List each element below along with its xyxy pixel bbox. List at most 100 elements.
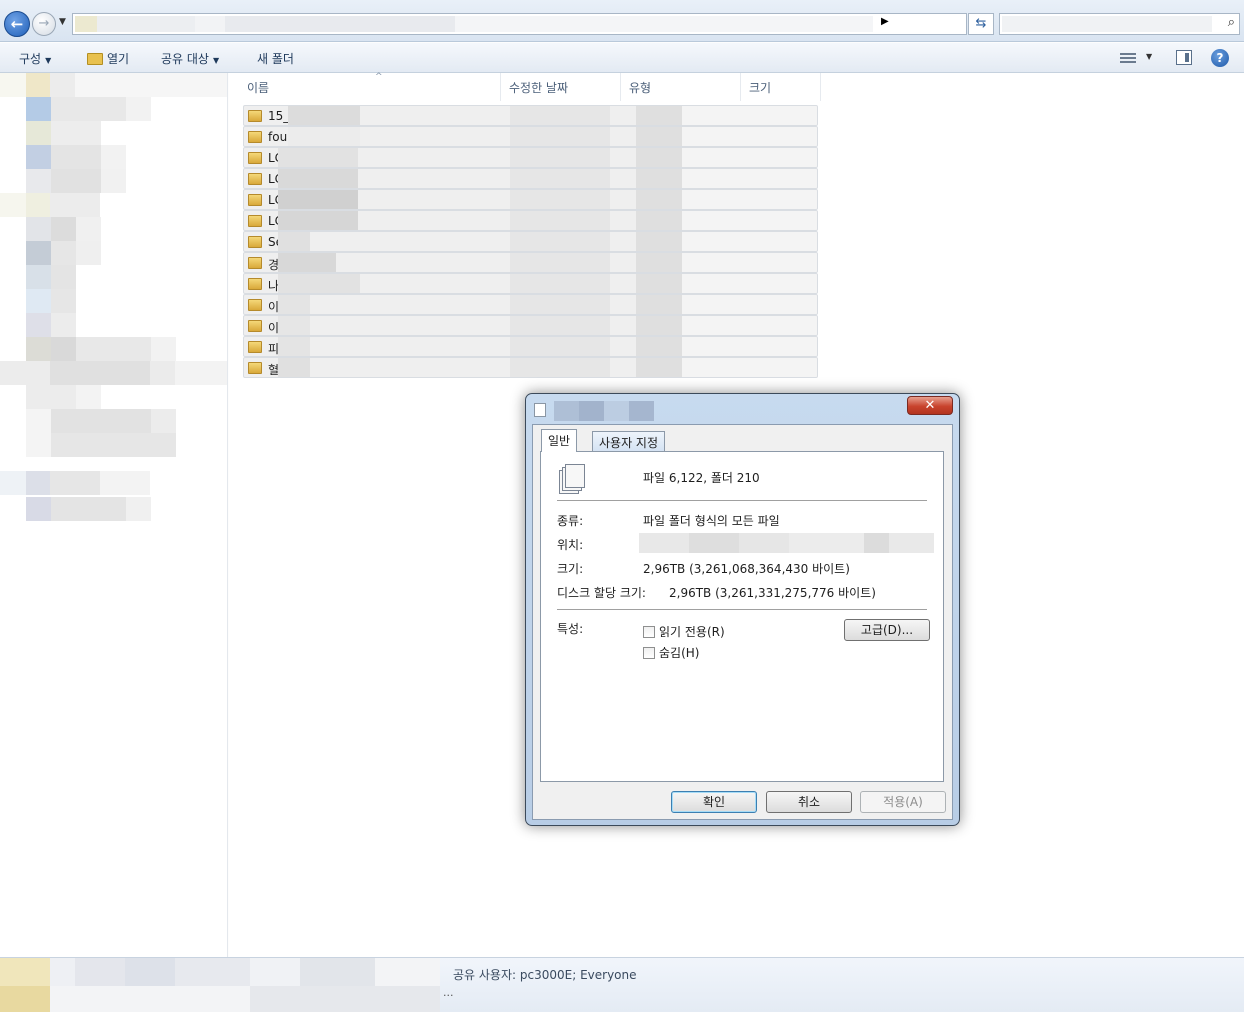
checkbox-box[interactable] [643, 647, 655, 659]
list-item[interactable]: Se [243, 231, 818, 252]
folder-icon [248, 257, 262, 269]
nav-item-obscured[interactable] [26, 121, 101, 145]
folder-open-icon [87, 53, 103, 65]
organize-button[interactable]: 구성 ▼ [19, 50, 51, 67]
close-button[interactable]: ✕ [907, 396, 953, 415]
nav-item-obscured[interactable] [26, 313, 76, 337]
nav-item-obscured[interactable] [26, 265, 76, 289]
multiple-files-icon [559, 464, 589, 494]
checkbox-box[interactable] [643, 626, 655, 638]
share-with-button[interactable]: 공유 대상 ▼ [161, 50, 219, 67]
new-folder-label: 새 폴더 [257, 52, 294, 66]
properties-dialog: ✕ 일반 사용자 지정 파일 6,122, 폴더 210 종류: 파일 폴더 형… [525, 393, 960, 826]
nav-item-obscured[interactable] [26, 433, 176, 457]
share-with-label: 공유 대상 [161, 52, 209, 66]
folder-icon [248, 215, 262, 227]
nav-item-obscured[interactable] [26, 217, 101, 241]
folder-icon [248, 341, 262, 353]
folder-icon [248, 173, 262, 185]
divider [557, 609, 927, 610]
selection-details-obscured [0, 986, 440, 1012]
change-view-icon[interactable] [1120, 51, 1136, 65]
general-tab-panel: 파일 6,122, 폴더 210 종류: 파일 폴더 형식의 모든 파일 위치:… [540, 451, 944, 782]
shared-with-text: 공유 사용자: pc3000E; Everyone [453, 968, 637, 982]
ok-button[interactable]: 확인 [671, 791, 757, 813]
column-header-type-label: 유형 [629, 81, 652, 95]
hidden-checkbox[interactable]: 숨김(H) [643, 644, 699, 661]
file-name: 15_ [268, 109, 290, 123]
list-item[interactable]: 15_ [243, 105, 818, 126]
list-item[interactable]: 경 [243, 252, 818, 273]
nav-item-obscured[interactable] [26, 337, 176, 361]
nav-item-obscured[interactable] [26, 497, 151, 521]
tab-customize[interactable]: 사용자 지정 [592, 431, 666, 451]
open-label: 열기 [107, 52, 130, 66]
list-item[interactable]: 나 [243, 273, 818, 294]
file-rows: 15_ fou LC LC LC LC Se 경 나 이 이 피 혈 [243, 105, 818, 378]
navigation-pane[interactable] [0, 73, 228, 957]
new-folder-button[interactable]: 새 폴더 [257, 50, 294, 67]
type-value: 파일 폴더 형식의 모든 파일 [643, 514, 780, 528]
back-button[interactable]: ← [4, 11, 30, 37]
list-item[interactable]: 이 [243, 294, 818, 315]
apply-button[interactable]: 적용(A) [860, 791, 946, 813]
list-item[interactable]: LC [243, 210, 818, 231]
column-header-date[interactable]: 수정한 날짜 [501, 73, 621, 101]
size-on-disk-value: 2,96TB (3,261,331,275,776 바이트) [669, 586, 876, 600]
location-label: 위치: [557, 538, 584, 552]
nav-item-obscured[interactable] [0, 361, 227, 385]
nav-item-obscured[interactable] [26, 241, 101, 265]
selection-summary: 파일 6,122, 폴더 210 [643, 471, 760, 485]
tab-general[interactable]: 일반 [541, 429, 578, 452]
nav-item-obscured[interactable] [26, 97, 151, 121]
open-button[interactable]: 열기 [87, 50, 129, 67]
size-label: 크기: [557, 562, 584, 576]
nav-item-obscured[interactable] [26, 385, 101, 409]
preview-pane-icon[interactable] [1176, 50, 1192, 65]
list-item[interactable]: 이 [243, 315, 818, 336]
readonly-checkbox[interactable]: 읽기 전용(R) [643, 623, 725, 640]
column-header-size[interactable]: 크기 [741, 73, 821, 101]
search-placeholder-obscured [1002, 16, 1212, 32]
tab-customize-label: 사용자 지정 [599, 436, 659, 450]
refresh-button[interactable]: ⇆ [968, 13, 994, 35]
dialog-body: 일반 사용자 지정 파일 6,122, 폴더 210 종류: 파일 폴더 형식의… [532, 424, 953, 820]
chevron-down-icon[interactable]: ▼ [1146, 52, 1152, 61]
address-field[interactable]: ▶ ▼ [72, 13, 1035, 35]
breadcrumb-arrow-icon[interactable]: ▶ [881, 16, 889, 27]
nav-item-obscured[interactable] [0, 73, 227, 97]
nav-item-obscured[interactable] [0, 471, 150, 495]
type-label: 종류: [557, 514, 584, 528]
forward-button[interactable]: → [32, 12, 56, 36]
column-header-date-label: 수정한 날짜 [509, 81, 569, 95]
cancel-button[interactable]: 취소 [766, 791, 852, 813]
list-item[interactable]: LC [243, 189, 818, 210]
column-header-type[interactable]: 유형 [621, 73, 741, 101]
advanced-button[interactable]: 고급(D)... [844, 619, 930, 641]
list-item[interactable]: LC [243, 147, 818, 168]
column-header-name-label: 이름 [247, 81, 270, 95]
search-icon[interactable]: ⌕ [1228, 15, 1235, 30]
column-header-name[interactable]: 이름 ^ [239, 72, 501, 101]
list-item[interactable]: 피 [243, 336, 818, 357]
nav-item-obscured[interactable] [26, 409, 176, 433]
recent-pages-dropdown-icon[interactable]: ▼ [59, 17, 66, 27]
folder-icon [248, 299, 262, 311]
folder-icon [248, 110, 262, 122]
list-item[interactable]: fou [243, 126, 818, 147]
command-bar: 구성 ▼ 열기 공유 대상 ▼ 새 폴더 ▼ ? [0, 43, 1244, 73]
nav-item-obscured[interactable] [26, 289, 76, 313]
divider [557, 500, 927, 501]
nav-item-obscured[interactable] [26, 145, 126, 169]
list-item[interactable]: LC [243, 168, 818, 189]
list-item[interactable]: 혈 [243, 357, 818, 378]
dialog-title-obscured [554, 401, 654, 421]
folder-icon [248, 278, 262, 290]
search-input[interactable]: ⌕ [999, 13, 1240, 35]
sort-ascending-icon: ^ [375, 72, 383, 82]
help-icon[interactable]: ? [1211, 49, 1229, 67]
details-pane: 공유 사용자: pc3000E; Everyone ... [0, 957, 1244, 1012]
nav-item-obscured[interactable] [0, 193, 100, 217]
nav-item-obscured[interactable] [26, 169, 126, 193]
size-on-disk-label: 디스크 할당 크기: [557, 586, 646, 600]
